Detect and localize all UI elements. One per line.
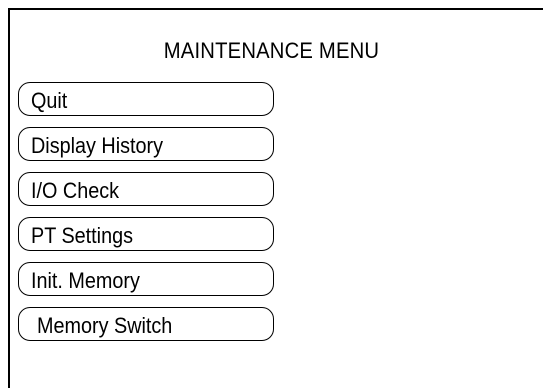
display-history-button[interactable]: Display History (18, 127, 274, 161)
page-title: MAINTENANCE MENU (163, 38, 380, 63)
display-history-button-label: Display History (31, 132, 164, 158)
maintenance-menu: Quit Display History I/O Check PT Settin… (18, 82, 274, 352)
init-memory-button-label: Init. Memory (31, 267, 140, 293)
pt-settings-button-label: PT Settings (31, 222, 133, 248)
memory-switch-button-label: Memory Switch (37, 312, 173, 338)
quit-button[interactable]: Quit (18, 82, 274, 116)
pt-settings-button[interactable]: PT Settings (18, 217, 274, 251)
quit-button-label: Quit (31, 87, 68, 113)
init-memory-button[interactable]: Init. Memory (18, 262, 274, 296)
memory-switch-button[interactable]: Memory Switch (18, 307, 274, 341)
io-check-button-label: I/O Check (31, 177, 120, 203)
io-check-button[interactable]: I/O Check (18, 172, 274, 206)
